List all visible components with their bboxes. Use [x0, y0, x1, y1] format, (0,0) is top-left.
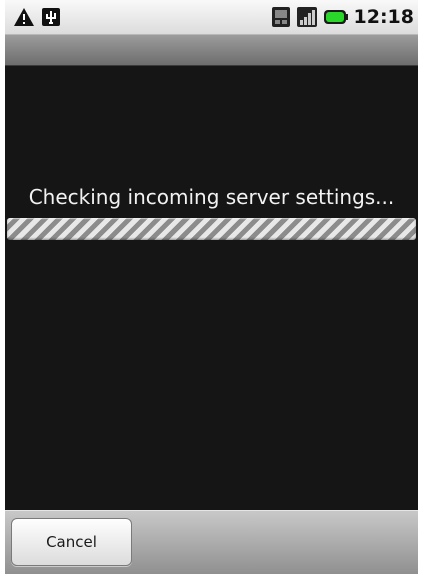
screen: 12:18 Checking incoming server settings.…	[5, 0, 418, 574]
clock: 12:18	[353, 6, 414, 28]
sim-card-icon	[271, 6, 291, 28]
battery-icon	[323, 8, 349, 26]
phone-frame: 12:18 Checking incoming server settings.…	[0, 0, 421, 574]
progress-message: Checking incoming server settings...	[28, 185, 395, 209]
signal-icon	[296, 6, 318, 28]
cancel-button[interactable]: Cancel	[11, 518, 132, 566]
title-bar	[5, 35, 418, 66]
warning-icon[interactable]	[13, 7, 35, 27]
notification-icons	[13, 6, 61, 28]
status-bar: 12:18	[5, 0, 418, 35]
bottom-action-bar: Cancel	[5, 510, 418, 574]
system-icons: 12:18	[271, 5, 414, 29]
progress-dialog: Checking incoming server settings...	[5, 66, 418, 510]
usb-icon[interactable]	[41, 7, 61, 27]
progress-bar	[7, 218, 416, 240]
